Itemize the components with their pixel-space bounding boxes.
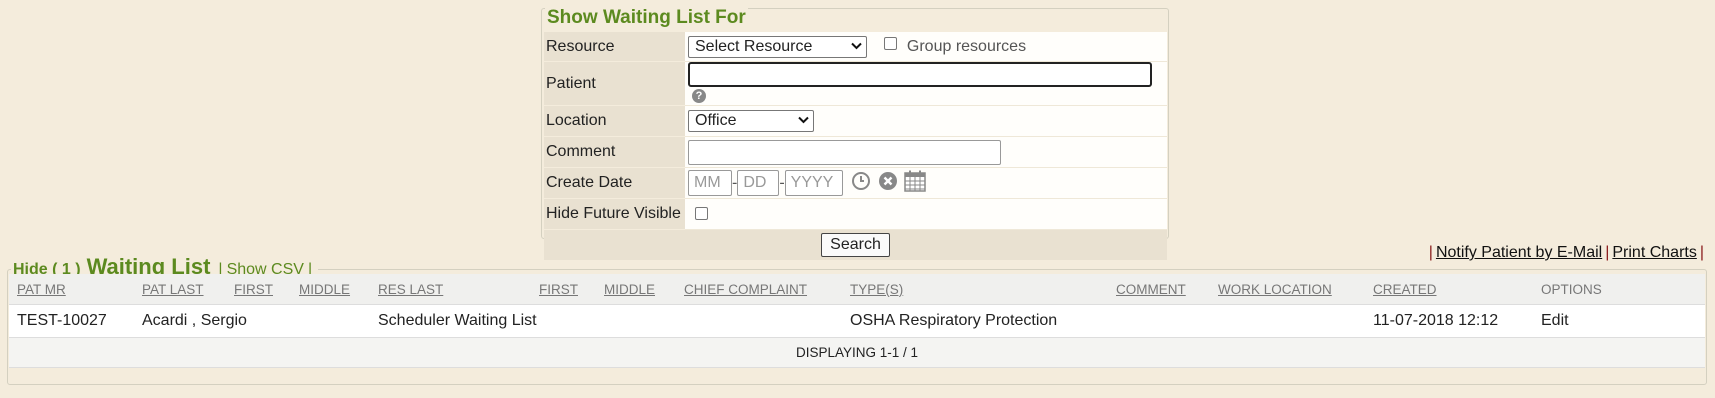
pagination-status: DISPLAYING 1-1 / 1: [9, 337, 1705, 368]
chevron-down-icon: [851, 41, 862, 53]
calendar-icon[interactable]: [904, 170, 926, 197]
table-footer-row: DISPLAYING 1-1 / 1: [9, 337, 1705, 368]
cell-patient-name: Acardi , Sergio: [142, 304, 378, 338]
clear-icon[interactable]: [878, 171, 898, 196]
column-header-work-location[interactable]: WORK LOCATION: [1218, 274, 1373, 305]
column-header-pat-last[interactable]: PAT LAST: [142, 274, 234, 305]
link-separator: |: [1428, 244, 1433, 261]
column-header-res-first[interactable]: FIRST: [539, 274, 604, 305]
column-header-chief-complaint[interactable]: CHIEF COMPLAINT: [684, 274, 850, 305]
column-header-options: OPTIONS: [1541, 274, 1705, 305]
comment-label: Comment: [544, 136, 685, 168]
cell-created: 11-07-2018 12:12: [1373, 304, 1541, 338]
column-header-res-last[interactable]: RES LAST: [378, 274, 539, 305]
column-header-comment[interactable]: COMMENT: [1116, 274, 1218, 305]
hide-future-visible-label: Hide Future Visible: [544, 198, 685, 230]
cell-types: OSHA Respiratory Protection: [850, 304, 1116, 338]
edit-link[interactable]: Edit: [1541, 304, 1705, 338]
waiting-list-panel: Hide ( 1 ) Waiting List | Show CSV | PAT…: [7, 254, 1707, 385]
location-label: Location: [544, 105, 685, 137]
cell-pat-mr: TEST-10027: [9, 304, 142, 338]
resource-select-value: Select Resource: [695, 37, 813, 55]
waiting-list-search-form: Show Waiting List For Resource Select Re…: [541, 7, 1169, 260]
cell-res-last: Scheduler Waiting List: [378, 304, 850, 338]
create-date-label: Create Date: [544, 167, 685, 199]
group-resources-checkbox[interactable]: [884, 37, 898, 50]
waiting-list-table: PAT MR PAT LAST FIRST MIDDLE RES LAST FI…: [9, 274, 1705, 368]
search-form-legend: Show Waiting List For: [545, 7, 748, 29]
patient-input[interactable]: [688, 62, 1152, 87]
group-resources-label: Group resources: [906, 37, 1027, 55]
hide-future-visible-checkbox[interactable]: [695, 207, 708, 221]
search-button[interactable]: Search: [821, 233, 890, 257]
table-row: TEST-10027 Acardi , Sergio Scheduler Wai…: [9, 304, 1705, 338]
location-select-value: Office: [695, 112, 737, 129]
resource-select[interactable]: Select Resource: [688, 35, 867, 58]
link-separator: |: [1699, 244, 1704, 261]
link-separator: |: [1605, 244, 1610, 261]
column-header-middle[interactable]: MIDDLE: [299, 274, 378, 305]
notify-patient-email-link[interactable]: Notify Patient by E-Mail: [1436, 244, 1602, 261]
search-form-table: Resource Select Resource Group resources…: [544, 32, 1167, 260]
create-date-day-input[interactable]: DD: [737, 170, 780, 196]
cell-comment: [1116, 304, 1218, 338]
resource-label: Resource: [544, 32, 685, 62]
column-header-types[interactable]: TYPE(S): [850, 274, 1116, 305]
date-separator: -: [779, 174, 785, 191]
action-links: | Notify Patient by E-Mail | Print Charts |: [1426, 244, 1707, 262]
clock-icon[interactable]: [851, 171, 871, 196]
create-date-month-input[interactable]: MM: [688, 170, 732, 196]
column-header-created[interactable]: CREATED: [1373, 274, 1541, 305]
chevron-down-icon: [798, 115, 809, 127]
print-charts-link[interactable]: Print Charts: [1612, 244, 1696, 261]
comment-input[interactable]: [688, 139, 1001, 165]
column-header-first[interactable]: FIRST: [234, 274, 299, 305]
column-header-res-middle[interactable]: MIDDLE: [604, 274, 684, 305]
help-icon[interactable]: ?: [692, 88, 706, 103]
cell-work-location: [1218, 304, 1373, 338]
location-select[interactable]: Office: [688, 110, 814, 132]
patient-label: Patient: [544, 61, 685, 106]
create-date-year-input[interactable]: YYYY: [784, 170, 843, 196]
column-header-pat-mr[interactable]: PAT MR: [9, 274, 142, 305]
table-header-row: PAT MR PAT LAST FIRST MIDDLE RES LAST FI…: [9, 274, 1705, 305]
